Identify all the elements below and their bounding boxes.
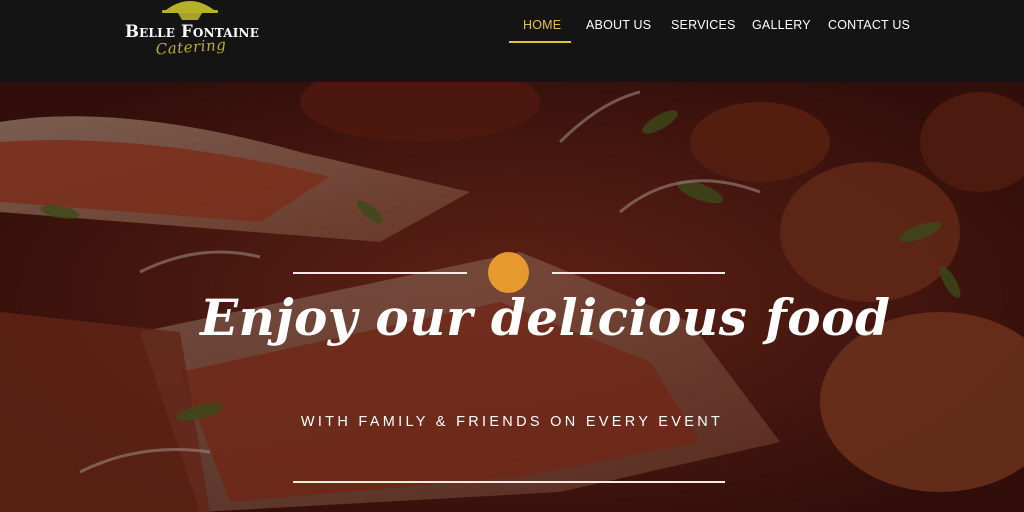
accent-dot xyxy=(488,252,529,293)
nav-home[interactable]: HOME xyxy=(523,18,561,32)
nav-contact-us[interactable]: CONTACT US xyxy=(828,18,910,32)
nav-about-us[interactable]: ABOUT US xyxy=(586,18,651,32)
hero-section: Enjoy our delicious food WITH FAMILY & F… xyxy=(0,82,1024,512)
nav-services[interactable]: SERVICES xyxy=(671,18,736,32)
divider-right xyxy=(552,272,725,274)
cloche-icon xyxy=(162,1,218,20)
hero-title: Enjoy our delicious food xyxy=(200,288,891,347)
divider-bottom xyxy=(293,481,725,483)
brand-logo[interactable]: Belle Fontaine Catering xyxy=(108,0,274,66)
nav-active-underline xyxy=(509,41,571,43)
divider-left xyxy=(293,272,467,274)
nav-gallery[interactable]: GALLERY xyxy=(752,18,811,32)
hero-subtitle: WITH FAMILY & FRIENDS ON EVERY EVENT xyxy=(300,414,724,430)
site-header: Belle Fontaine Catering HOME ABOUT US SE… xyxy=(0,0,1024,82)
